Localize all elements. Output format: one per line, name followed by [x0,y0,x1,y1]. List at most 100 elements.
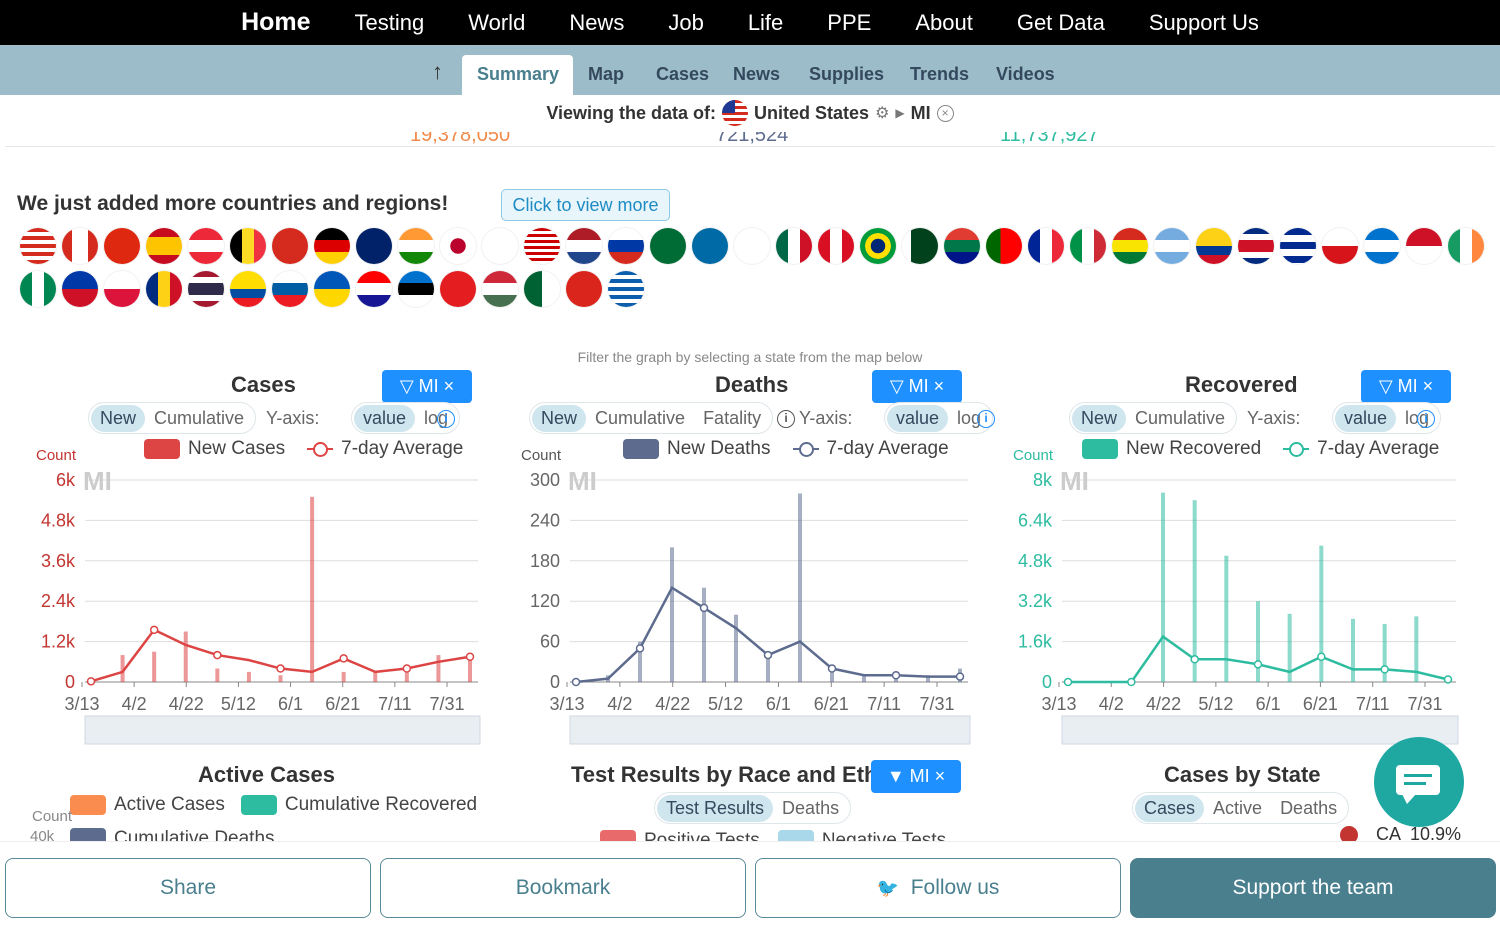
nav-news[interactable]: News [547,10,646,36]
nav-life[interactable]: Life [726,10,805,36]
legend-line-label[interactable]: 7-day Average [341,438,463,460]
nav-testing[interactable]: Testing [333,10,447,36]
flag-be-icon[interactable] [230,228,266,264]
view-more-button[interactable]: Click to view more [501,189,670,221]
flag-dz-icon[interactable] [524,271,560,307]
mi-filter-button[interactable]: ▼ MI × [871,760,961,793]
flag-se-icon[interactable] [692,228,728,264]
flag-sa-icon[interactable] [650,228,686,264]
flag-ng-icon[interactable] [20,271,56,307]
flag-at-icon[interactable] [188,228,224,264]
flag-pk-icon[interactable] [902,228,938,264]
tab-news[interactable]: News [718,55,795,95]
cases-info-icon[interactable]: i [437,410,455,428]
viewing-country[interactable]: United States [754,103,869,124]
flag-cz-icon[interactable] [1322,228,1358,264]
recovered-chart[interactable]: 0 1.6k 3.2k 4.8k 6.4k 8k MI 3/13 4/2 4/22 5/12 6/1 6… [1012,460,1500,760]
mode-cumulative[interactable]: Cumulative [586,405,694,432]
flag-ee-icon[interactable] [398,271,434,307]
scale-value[interactable]: value [1335,404,1397,432]
flag-ie-icon[interactable] [1448,228,1484,264]
tab-map[interactable]: Map [573,55,639,95]
flag-ua-icon[interactable] [314,271,350,307]
flag-ru-icon[interactable] [608,228,644,264]
chat-button[interactable] [1374,737,1464,827]
legend-line-label[interactable]: 7-day Average [827,438,949,460]
flag-gb-icon[interactable] [356,228,392,264]
arrow-up-icon[interactable]: ↑ [432,59,443,85]
legend-positive[interactable]: Positive Tests [644,830,760,841]
bookmark-button[interactable]: Bookmark [380,858,746,918]
recovered-info-icon[interactable]: i [1417,410,1435,428]
scale-value[interactable]: value [354,404,416,432]
flag-co-icon[interactable] [1196,228,1232,264]
race-tab-results[interactable]: Test Results [657,794,774,822]
nav-world[interactable]: World [446,10,547,36]
flag-bo-icon[interactable] [1112,228,1148,264]
flag-za-icon[interactable] [944,228,980,264]
race-tab-deaths[interactable]: Deaths [773,795,848,822]
mode-cumulative[interactable]: Cumulative [145,405,253,432]
tab-videos[interactable]: Videos [981,55,1070,95]
gear-icon[interactable]: ⚙ [875,103,889,123]
flag-de-icon[interactable] [314,228,350,264]
flag-cy-icon[interactable] [734,228,770,264]
flag-cu-icon[interactable] [1280,228,1316,264]
flag-kr-icon[interactable] [482,228,518,264]
cases-chart[interactable]: 0 1.2k 2.4k 3.6k 4.8k 6k MI 3/13 4/2 4/22 5/12 6/1 6… [35,460,535,760]
mode-new[interactable]: New [1072,404,1127,432]
nav-support-us[interactable]: Support Us [1127,10,1281,36]
state-tab-cases[interactable]: Cases [1135,794,1205,822]
mode-fatality[interactable]: Fatality [694,405,770,432]
legend-cum-deaths[interactable]: Cumulative Deaths [114,828,275,841]
flag-pl-icon[interactable] [104,271,140,307]
follow-us-button[interactable]: 🐦 Follow us [755,858,1121,918]
flag-gr-icon[interactable] [608,271,644,307]
legend-bar-label[interactable]: New Deaths [667,438,771,460]
flag-si-icon[interactable] [272,271,308,307]
flag-fr-icon[interactable] [1028,228,1064,264]
cases-mi-filter-button[interactable]: ▽ MI × [382,370,472,403]
clear-icon[interactable]: × [936,104,954,122]
flag-pt-icon[interactable] [986,228,1022,264]
flag-br-icon[interactable] [860,228,896,264]
legend-bar-label[interactable]: New Cases [188,438,285,460]
legend-negative[interactable]: Negative Tests [822,830,946,841]
mode-new[interactable]: New [532,404,587,432]
legend-active[interactable]: Active Cases [114,794,225,816]
legend-cum-recovered[interactable]: Cumulative Recovered [285,794,477,816]
flag-hu-icon[interactable] [482,271,518,307]
state-tab-active[interactable]: Active [1204,795,1271,822]
legend-line-label[interactable]: 7-day Average [1317,438,1439,460]
deaths-chart[interactable]: 0 60 120 180 240 300 MI 3/13 4/2 4/22 5/12 6/1 6/21 7… [520,460,1020,760]
flag-mx-icon[interactable] [776,228,812,264]
flag-ec-icon[interactable] [230,271,266,307]
recovered-mi-filter-button[interactable]: ▽ MI × [1361,370,1451,403]
flag-jp-icon[interactable] [440,228,476,264]
deaths-info-icon[interactable]: i [977,410,995,428]
flag-in-icon[interactable] [398,228,434,264]
flag-us-icon[interactable] [20,228,56,264]
flag-es-icon[interactable] [146,228,182,264]
tab-summary[interactable]: Summary [462,55,573,95]
flag-ro-icon[interactable] [146,271,182,307]
flag-ph-icon[interactable] [62,271,98,307]
flag-vn-icon[interactable] [566,271,602,307]
nav-job[interactable]: Job [646,10,725,36]
flag-pe-icon[interactable] [818,228,854,264]
flag-ch-icon[interactable] [272,228,308,264]
flag-nl-icon[interactable] [566,228,602,264]
nav-ppe[interactable]: PPE [805,10,893,36]
legend-bar-label[interactable]: New Recovered [1126,438,1261,460]
flag-ca-icon[interactable] [62,228,98,264]
tab-supplies[interactable]: Supplies [794,55,899,95]
flag-cn-icon[interactable] [104,228,140,264]
flag-hn-icon[interactable] [1364,228,1400,264]
share-button[interactable]: Share [5,858,371,918]
tab-cases[interactable]: Cases [641,55,724,95]
mode-cumulative[interactable]: Cumulative [1126,405,1234,432]
flag-hr-icon[interactable] [356,271,392,307]
flag-th-icon[interactable] [188,271,224,307]
flag-ar-icon[interactable] [1154,228,1190,264]
viewing-state[interactable]: MI [911,103,931,124]
